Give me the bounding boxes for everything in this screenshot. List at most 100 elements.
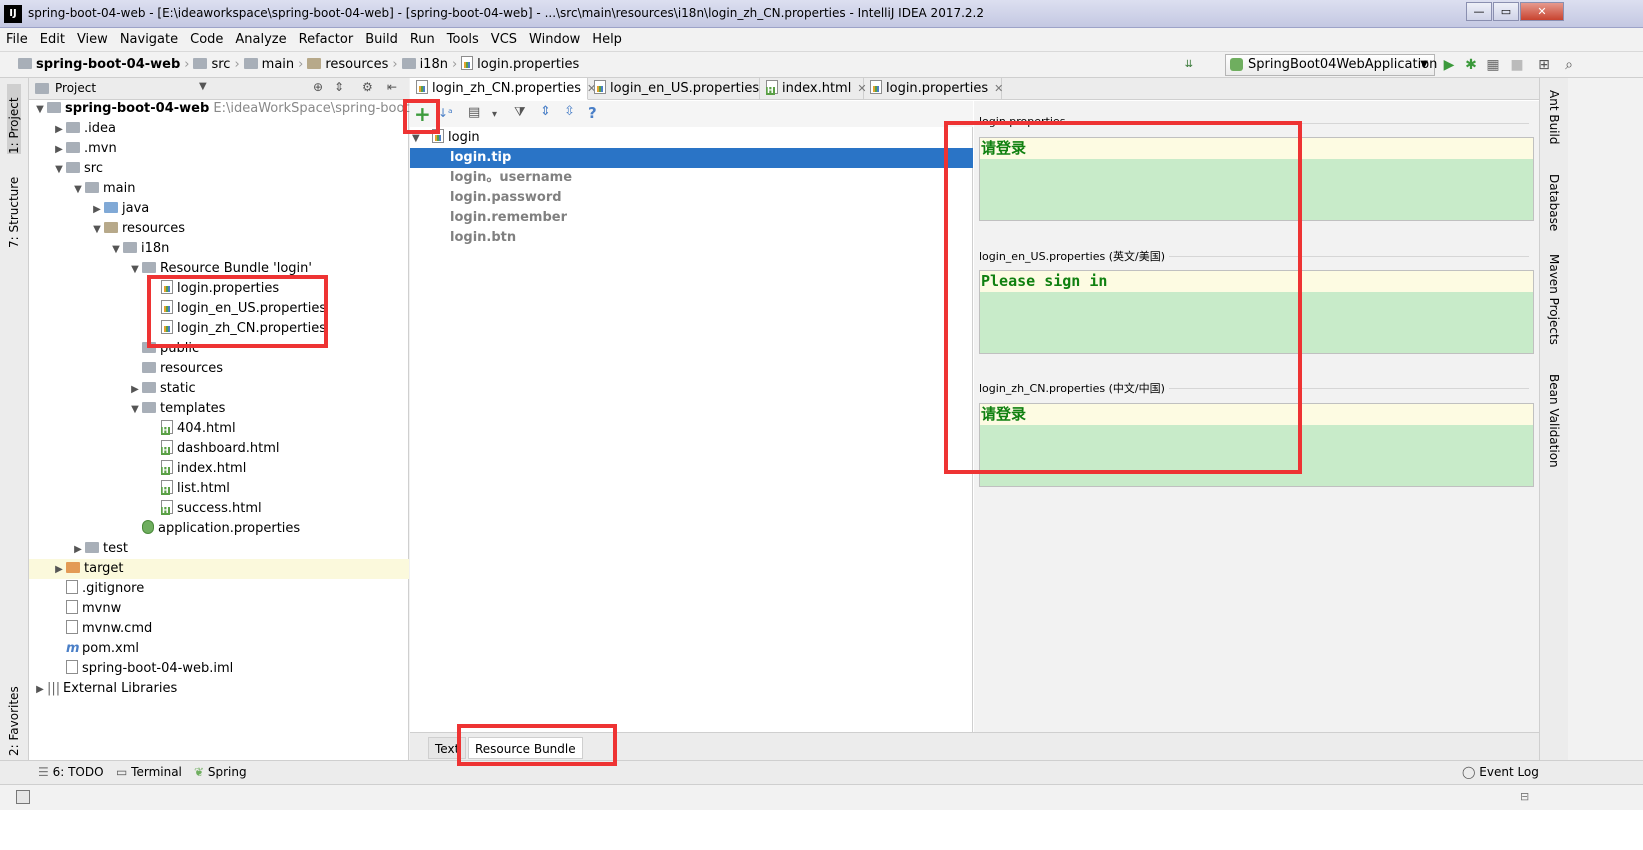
expand-arrow-icon[interactable]: ▶ — [52, 140, 66, 160]
todo-tool-button[interactable]: ☰ 6: TODO — [38, 765, 104, 779]
expand-arrow-icon[interactable]: ▼ — [128, 400, 142, 420]
expand-arrow-icon[interactable]: ▼ — [128, 260, 142, 280]
tree-item[interactable]: ▶ target — [29, 559, 409, 579]
property-key-login-btn[interactable]: login.btn — [410, 228, 973, 248]
project-view-label[interactable]: Project — [55, 81, 96, 95]
collapse-all-icon[interactable]: ⇳ — [564, 104, 575, 119]
bean-validation-tool-tab[interactable]: Bean Validation — [1547, 374, 1561, 468]
tree-item[interactable]: ▶ test — [29, 539, 409, 559]
project-tool-tab[interactable]: 1: Project — [7, 84, 21, 154]
menu-navigate[interactable]: Navigate — [114, 28, 184, 52]
tab-login-en-us[interactable]: login_en_US.properties✕ — [588, 78, 774, 100]
property-key-login-remember[interactable]: login.remember — [410, 208, 973, 228]
menu-edit[interactable]: Edit — [34, 28, 71, 52]
structure-tool-tab[interactable]: 7: Structure — [7, 168, 21, 248]
tree-item[interactable]: ▼ i18n — [29, 239, 409, 259]
tab-index-html[interactable]: index.html✕ — [760, 78, 867, 100]
notifications-icon[interactable]: ⊟ — [1520, 790, 1529, 803]
locate-icon[interactable]: ⊕ — [313, 80, 323, 94]
tree-item[interactable]: ▶ java — [29, 199, 409, 219]
terminal-tool-button[interactable]: ▭ Terminal — [116, 765, 182, 779]
tree-item[interactable]: m pom.xml — [29, 639, 409, 659]
tree-item[interactable]: ▶ static — [29, 379, 409, 399]
group-by-prefix-icon[interactable]: ▤ — [468, 105, 480, 120]
close-tab-icon[interactable]: ✕ — [994, 82, 1003, 95]
property-key-login-password[interactable]: login.password — [410, 188, 973, 208]
tree-item[interactable]: ▶ .mvn — [29, 139, 409, 159]
menu-view[interactable]: View — [71, 28, 114, 52]
chevron-down-icon[interactable]: ▼ — [199, 81, 207, 92]
breadcrumb-resources[interactable]: resources — [325, 57, 388, 72]
minimize-button[interactable]: — — [1466, 2, 1492, 21]
close-button[interactable]: ✕ — [1520, 2, 1564, 21]
expand-arrow-icon[interactable]: ▶ — [52, 120, 66, 140]
build-project-icon[interactable]: ⇊ — [1180, 56, 1198, 74]
tree-root[interactable]: ▼ spring-boot-04-web E:\ideaWorkSpace\spr… — [29, 99, 462, 120]
debug-icon[interactable]: ✱ — [1462, 56, 1480, 74]
expand-arrow-icon[interactable]: ▶ — [71, 540, 85, 560]
stop-icon[interactable]: ■ — [1508, 56, 1526, 74]
tree-item[interactable]: ▼ src — [29, 159, 409, 179]
event-log-button[interactable]: ◯ Event Log — [1462, 765, 1539, 779]
tree-item[interactable]: dashboard.html — [29, 439, 409, 459]
breadcrumb-main[interactable]: main — [262, 57, 294, 72]
hide-panel-icon[interactable]: ⇤ — [387, 80, 397, 94]
tree-item[interactable]: ▼ main — [29, 179, 409, 199]
filter-icon[interactable]: ⧩ — [514, 105, 526, 120]
expand-arrow-icon[interactable]: ▼ — [109, 240, 123, 260]
run-icon[interactable]: ▶ — [1440, 56, 1458, 74]
help-icon[interactable]: ? — [588, 104, 597, 122]
collapse-all-icon[interactable]: ⇕ — [334, 80, 344, 94]
maximize-button[interactable]: ▭ — [1493, 2, 1519, 21]
spring-tool-button[interactable]: ❦ Spring — [194, 765, 247, 779]
menu-code[interactable]: Code — [184, 28, 229, 52]
menu-help[interactable]: Help — [586, 28, 628, 52]
menu-vcs[interactable]: VCS — [485, 28, 523, 52]
tree-item[interactable]: ▼ templates — [29, 399, 409, 419]
favorites-tool-tab[interactable]: 2: Favorites — [7, 676, 21, 756]
expand-arrow-icon[interactable]: ▼ — [71, 180, 85, 200]
tree-item[interactable]: mvnw.cmd — [29, 619, 409, 639]
coverage-icon[interactable]: ▦ — [1484, 56, 1502, 74]
expand-arrow-icon[interactable]: ▶ — [52, 560, 66, 580]
tree-item[interactable]: ▶ ||| External Libraries — [29, 679, 409, 699]
expand-arrow-icon[interactable]: ▼ — [52, 160, 66, 180]
tree-item[interactable]: ▶ .idea — [29, 119, 409, 139]
expand-arrow-icon[interactable]: ▶ — [90, 200, 104, 220]
tree-item[interactable]: success.html — [29, 499, 409, 519]
menu-analyze[interactable]: Analyze — [229, 28, 292, 52]
tree-item[interactable]: .gitignore — [29, 579, 409, 599]
menu-run[interactable]: Run — [404, 28, 441, 52]
search-icon[interactable]: ⌕ — [1560, 56, 1578, 74]
tree-item[interactable]: ▼ resources — [29, 219, 409, 239]
tree-item[interactable]: 404.html — [29, 419, 409, 439]
expand-arrow-icon[interactable]: ▼ — [33, 100, 47, 120]
property-key-login-username[interactable]: login。username — [410, 168, 973, 188]
breadcrumb-project[interactable]: spring-boot-04-web — [36, 57, 180, 72]
menu-build[interactable]: Build — [359, 28, 404, 52]
breadcrumb-file[interactable]: login.properties — [477, 57, 579, 72]
tree-item[interactable]: index.html — [29, 459, 409, 479]
sort-alphabetically-icon[interactable]: ↓ᵃ — [438, 106, 453, 120]
expand-all-icon[interactable]: ⇕ — [540, 104, 551, 119]
menu-refactor[interactable]: Refactor — [293, 28, 360, 52]
project-structure-icon[interactable]: ⊞ — [1535, 56, 1553, 74]
expand-arrow-icon[interactable]: ▶ — [128, 380, 142, 400]
tree-item[interactable]: spring-boot-04-web.iml — [29, 659, 409, 679]
run-configuration-select[interactable]: SpringBoot04WebApplication ▼ — [1225, 54, 1437, 76]
expand-arrow-icon[interactable]: ▼ — [90, 220, 104, 240]
chevron-down-icon[interactable]: ▾ — [492, 109, 497, 120]
tab-login-properties[interactable]: login.properties ✕ — [864, 78, 1003, 100]
breadcrumb-i18n[interactable]: i18n — [420, 57, 448, 72]
tree-item[interactable]: mvnw — [29, 599, 409, 619]
gear-icon[interactable]: ⚙ — [362, 80, 373, 94]
ant-build-tool-tab[interactable]: Ant Build — [1547, 90, 1561, 144]
menu-tools[interactable]: Tools — [441, 28, 485, 52]
tree-item[interactable]: application.properties — [29, 519, 409, 539]
tree-item[interactable]: list.html — [29, 479, 409, 499]
maven-projects-tool-tab[interactable]: Maven Projects — [1547, 254, 1561, 345]
tool-windows-toggle-icon[interactable] — [16, 790, 30, 804]
menu-file[interactable]: File — [0, 28, 34, 52]
expand-arrow-icon[interactable]: ▶ — [33, 680, 47, 700]
menu-window[interactable]: Window — [523, 28, 586, 52]
